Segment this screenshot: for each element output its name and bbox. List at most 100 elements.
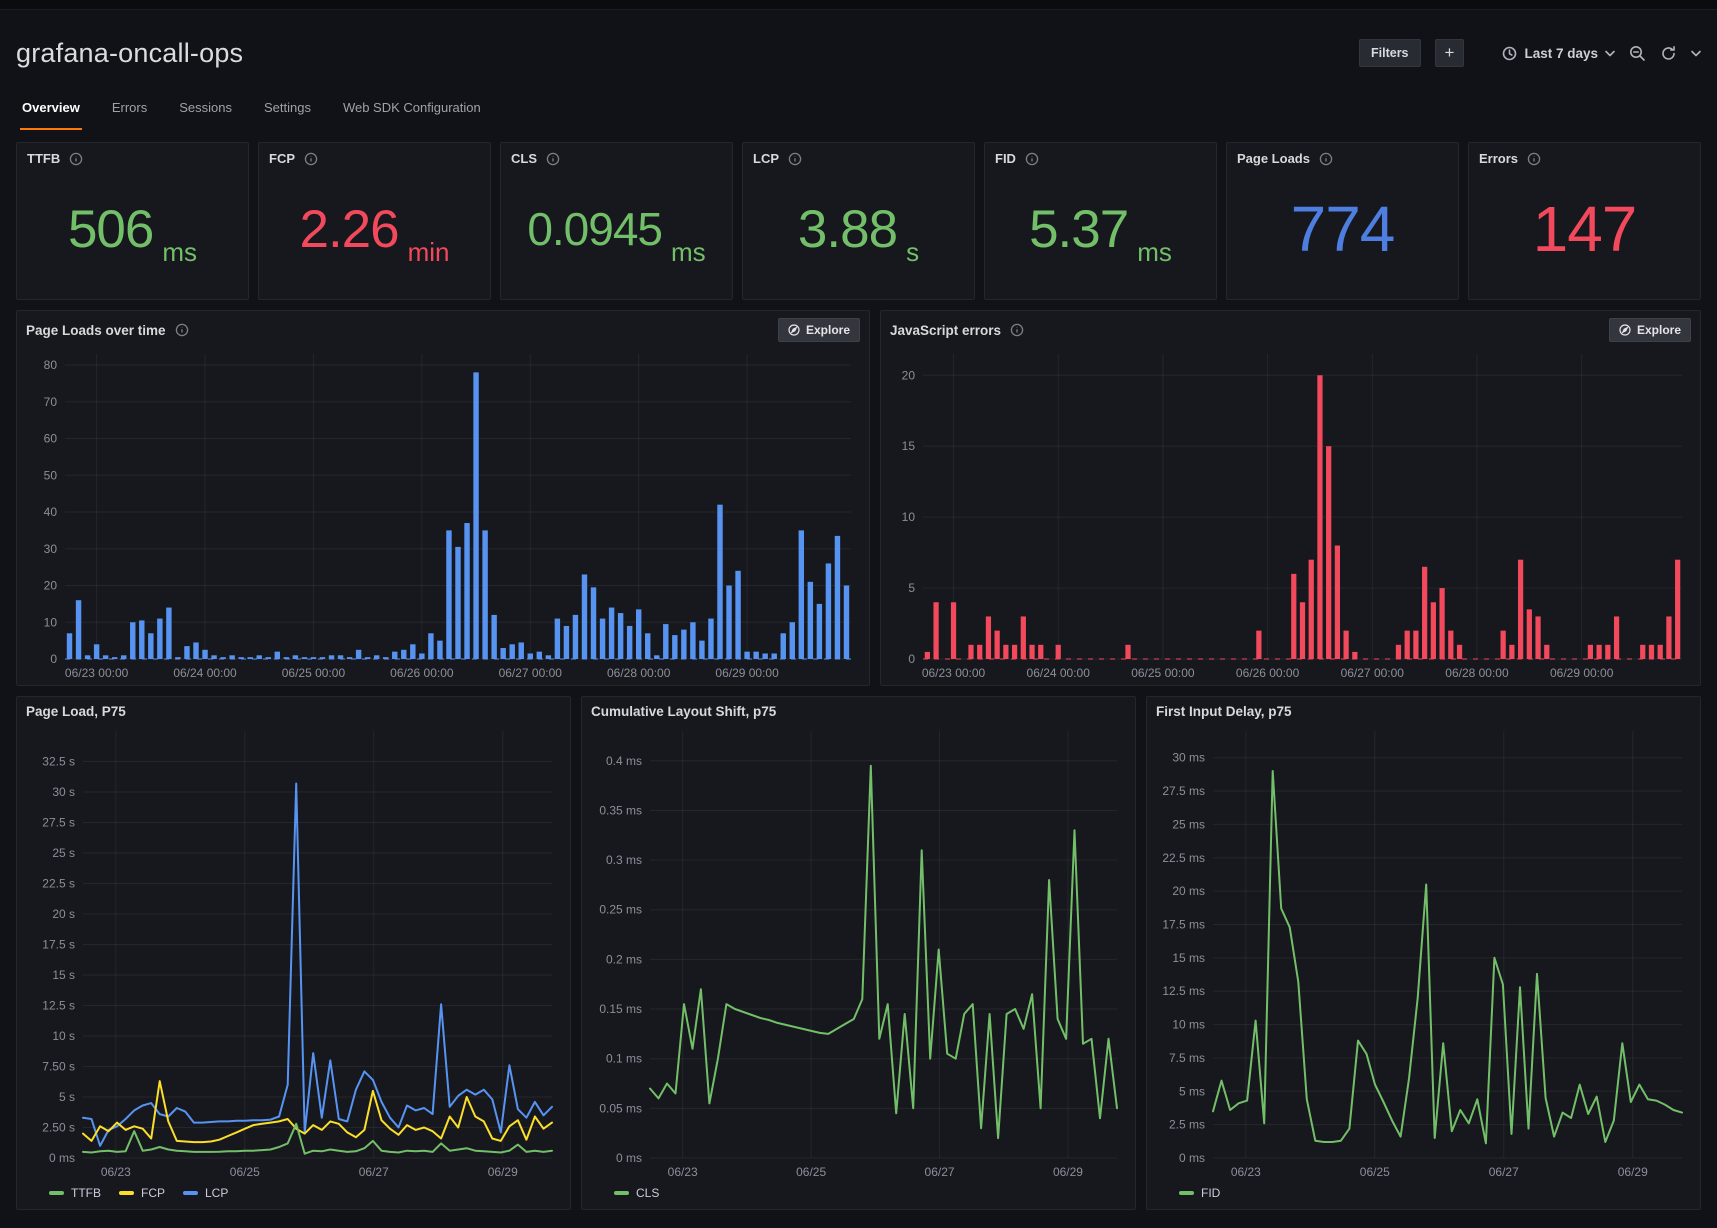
svg-text:06/24 00:00: 06/24 00:00: [173, 666, 237, 680]
svg-text:7.50 s: 7.50 s: [42, 1060, 75, 1074]
legend-swatch: [119, 1191, 134, 1195]
svg-text:06/26 00:00: 06/26 00:00: [390, 666, 454, 680]
dashboard-header: grafana-oncall-ops Filters + Last 7 days…: [0, 10, 1717, 130]
javascript-errors-chart: 0510152006/23 00:0006/24 00:0006/25 00:0…: [885, 346, 1694, 683]
svg-text:06/27: 06/27: [1489, 1165, 1519, 1179]
tab-sessions[interactable]: Sessions: [177, 100, 234, 130]
svg-text:06/27 00:00: 06/27 00:00: [499, 666, 563, 680]
svg-text:06/25 00:00: 06/25 00:00: [1131, 666, 1195, 680]
svg-text:0.25 ms: 0.25 ms: [599, 903, 642, 917]
svg-text:80: 80: [44, 358, 58, 372]
stat-value: 3.88: [798, 199, 897, 260]
stat-panel-ttfb: TTFB 506ms: [16, 142, 249, 300]
legend-label: LCP: [205, 1186, 228, 1200]
svg-text:25 s: 25 s: [52, 846, 75, 860]
legend-item-fcp[interactable]: FCP: [119, 1186, 165, 1200]
svg-text:32.5 s: 32.5 s: [42, 755, 75, 769]
svg-text:20 s: 20 s: [52, 907, 75, 921]
info-icon[interactable]: [175, 323, 189, 337]
panel-title: JavaScript errors: [890, 323, 1001, 338]
svg-text:15: 15: [902, 439, 916, 453]
svg-text:06/29: 06/29: [1618, 1165, 1648, 1179]
svg-text:0.3 ms: 0.3 ms: [606, 853, 642, 867]
svg-text:12.5 s: 12.5 s: [42, 999, 75, 1013]
svg-text:10: 10: [902, 510, 916, 524]
compass-icon: [788, 324, 800, 336]
tab-overview[interactable]: Overview: [20, 100, 82, 130]
legend: FID: [1147, 1184, 1700, 1209]
panel-cumulative-layout-shift-p75: Cumulative Layout Shift, p75 0 ms0.05 ms…: [581, 696, 1136, 1210]
explore-button[interactable]: Explore: [1609, 318, 1691, 342]
middle-row: Page Loads over time Explore 01020304050…: [16, 310, 1701, 686]
info-icon[interactable]: [1010, 323, 1024, 337]
legend-item-fid[interactable]: FID: [1179, 1186, 1220, 1200]
svg-text:50: 50: [44, 468, 58, 482]
explore-label: Explore: [806, 323, 850, 337]
svg-text:0.35 ms: 0.35 ms: [599, 803, 642, 817]
tab-errors[interactable]: Errors: [110, 100, 149, 130]
stat-unit: ms: [671, 237, 706, 292]
legend-label: CLS: [636, 1186, 659, 1200]
legend-item-ttfb[interactable]: TTFB: [49, 1186, 101, 1200]
chevron-down-icon: [1605, 50, 1615, 57]
stat-value: 774: [1291, 192, 1395, 266]
panel-javascript-errors: JavaScript errors Explore 0510152006/23 …: [880, 310, 1701, 686]
page-load-p75-chart: 0 ms2.50 s5 s7.50 s10 s12.5 s15 s17.5 s2…: [21, 723, 564, 1182]
svg-text:0: 0: [50, 652, 57, 666]
tab-settings[interactable]: Settings: [262, 100, 313, 130]
time-range-picker[interactable]: Last 7 days: [1502, 46, 1615, 61]
svg-text:06/25: 06/25: [796, 1165, 826, 1179]
stat-value: 147: [1533, 192, 1637, 266]
stat-value: 506: [68, 199, 153, 260]
tab-web-sdk-configuration[interactable]: Web SDK Configuration: [341, 100, 483, 130]
svg-text:0.15 ms: 0.15 ms: [599, 1002, 642, 1016]
svg-text:25 ms: 25 ms: [1172, 817, 1205, 831]
svg-text:06/29 00:00: 06/29 00:00: [715, 666, 779, 680]
refresh-icon[interactable]: [1660, 45, 1677, 62]
svg-text:30: 30: [44, 542, 58, 556]
explore-button[interactable]: Explore: [778, 318, 860, 342]
panel-page-loads-over-time: Page Loads over time Explore 01020304050…: [16, 310, 870, 686]
svg-text:0: 0: [908, 652, 915, 666]
chart-canvas: 0 ms2.5 ms5 ms7.5 ms10 ms12.5 ms15 ms17.…: [1151, 723, 1694, 1182]
svg-text:22.5 s: 22.5 s: [42, 877, 75, 891]
panel-page-load-p75: Page Load, P75 0 ms2.50 s5 s7.50 s10 s12…: [16, 696, 571, 1210]
page-title: grafana-oncall-ops: [16, 38, 243, 69]
svg-text:06/23: 06/23: [1231, 1165, 1261, 1179]
svg-text:7.5 ms: 7.5 ms: [1169, 1051, 1205, 1065]
stat-value: 0.0945: [527, 202, 662, 256]
legend: CLS: [582, 1184, 1135, 1209]
svg-text:06/25 00:00: 06/25 00:00: [282, 666, 346, 680]
legend-item-lcp[interactable]: LCP: [183, 1186, 228, 1200]
svg-text:20: 20: [44, 579, 58, 593]
stat-value: 2.26: [299, 199, 398, 260]
legend-item-cls[interactable]: CLS: [614, 1186, 659, 1200]
svg-text:0 ms: 0 ms: [1179, 1151, 1205, 1165]
svg-text:2.5 ms: 2.5 ms: [1169, 1118, 1205, 1132]
svg-text:2.50 s: 2.50 s: [42, 1121, 75, 1135]
svg-text:06/28 00:00: 06/28 00:00: [1445, 666, 1509, 680]
filters-button[interactable]: Filters: [1359, 39, 1421, 67]
svg-text:10: 10: [44, 615, 58, 629]
stat-unit: min: [408, 237, 450, 292]
svg-text:0.4 ms: 0.4 ms: [606, 754, 642, 768]
chart-canvas: 0 ms0.05 ms0.1 ms0.15 ms0.2 ms0.25 ms0.3…: [586, 723, 1129, 1182]
svg-text:06/27 00:00: 06/27 00:00: [1341, 666, 1405, 680]
svg-text:5: 5: [908, 581, 915, 595]
add-panel-button[interactable]: +: [1435, 39, 1465, 67]
svg-text:20 ms: 20 ms: [1172, 884, 1205, 898]
svg-text:06/25: 06/25: [230, 1165, 260, 1179]
panel-title: Page Loads over time: [26, 323, 166, 338]
zoom-out-icon[interactable]: [1629, 45, 1646, 62]
clock-icon: [1502, 46, 1517, 61]
svg-text:10 s: 10 s: [52, 1029, 75, 1043]
legend-label: FID: [1201, 1186, 1220, 1200]
stat-value: 5.37: [1029, 199, 1128, 260]
svg-text:15 s: 15 s: [52, 968, 75, 982]
stats-row: TTFB 506ms FCP 2.26min CLS 0.0945ms LCP …: [16, 142, 1701, 300]
stat-panel-page-loads: Page Loads 774: [1226, 142, 1459, 300]
refresh-interval-chevron-icon[interactable]: [1691, 50, 1701, 57]
svg-text:70: 70: [44, 395, 58, 409]
dashboard-tabs: Overview Errors Sessions Settings Web SD…: [16, 90, 1701, 130]
svg-text:17.5 s: 17.5 s: [42, 938, 75, 952]
